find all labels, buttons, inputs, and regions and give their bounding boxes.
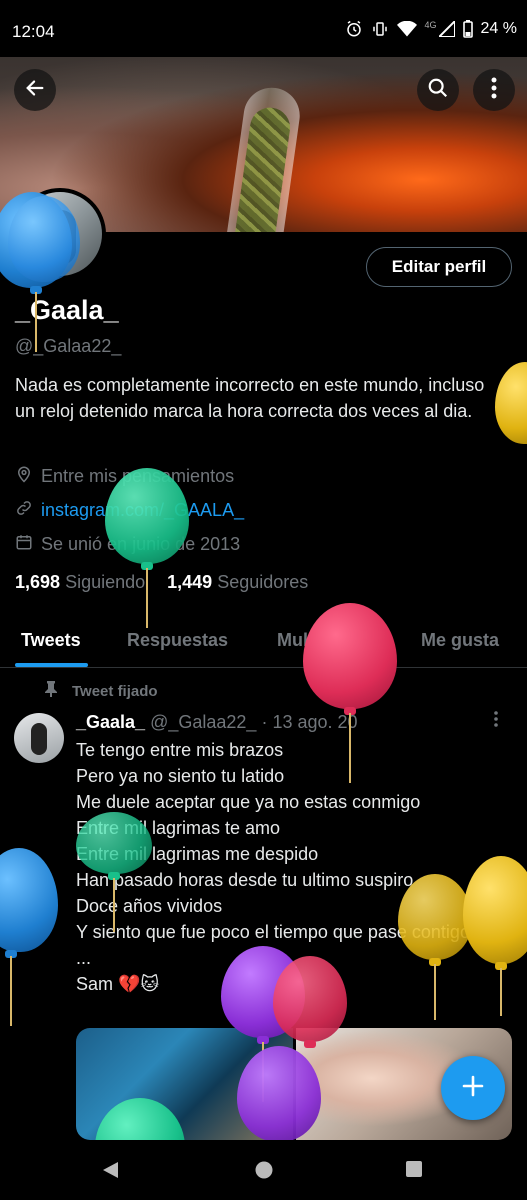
calendar-icon [15, 533, 33, 556]
search-button[interactable] [417, 69, 459, 111]
tab-me-gusta[interactable]: Me gusta [421, 630, 499, 651]
pin-icon [44, 681, 58, 701]
active-tab-indicator [15, 663, 88, 667]
back-button[interactable] [14, 69, 56, 111]
following-link[interactable]: 1,698 Siguiendo [15, 572, 145, 593]
followers-label: Seguidores [217, 572, 309, 592]
vibrate-icon [371, 20, 389, 38]
tweet-more-button[interactable] [494, 710, 498, 733]
tweet-avatar[interactable] [14, 713, 64, 763]
link-icon [15, 499, 33, 522]
joined-text: Se unió en junio de 2013 [41, 534, 241, 554]
followers-count: 1,449 [167, 572, 213, 592]
status-bar: 12:04 4G 24 % [0, 0, 527, 62]
nav-back-button[interactable] [100, 1160, 120, 1185]
edit-profile-button[interactable]: Editar perfil [366, 247, 512, 287]
tab-multimedia[interactable]: Multimedia [277, 630, 371, 651]
profile-handle: @_Galaa22_ [15, 336, 122, 356]
wifi-icon [396, 21, 417, 37]
location-pin-icon [15, 465, 33, 488]
profile-bio: Nada es completamente incorrecto en este… [15, 375, 485, 421]
followers-link[interactable]: 1,449 Seguidores [167, 572, 308, 593]
tweet-author-handle: @_Galaa22_ [150, 712, 257, 732]
profile-location: Entre mis pensamientos [15, 465, 234, 488]
pinned-text: Tweet fijado [72, 682, 158, 700]
tweet-header: _Gaala_ @_Galaa22_ · 13 ago. 20 [76, 712, 358, 733]
balloon-decoration [0, 848, 60, 1028]
tab-tweets[interactable]: Tweets [21, 630, 81, 651]
network-type: 4G [424, 20, 437, 30]
status-icons: 4G 24 % [345, 20, 517, 38]
pinned-tweet-label: Tweet fijado [44, 681, 158, 701]
tweet-image-1[interactable] [76, 1028, 293, 1140]
follow-counts: 1,698 Siguiendo 1,449 Seguidores [15, 572, 308, 593]
profile-joined: Se unió en junio de 2013 [15, 533, 240, 556]
nav-recents-button[interactable] [405, 1160, 423, 1183]
back-arrow-icon [24, 77, 46, 104]
battery-level: 24 % [480, 20, 517, 37]
following-label: Siguiendo [65, 572, 146, 592]
more-vertical-icon [494, 710, 498, 732]
more-vertical-icon [491, 77, 497, 104]
website-link[interactable]: instagram.com/_GAALA_ [41, 500, 244, 521]
battery-icon [462, 20, 473, 38]
status-time: 12:04 [12, 22, 55, 41]
compose-tweet-button[interactable] [441, 1056, 505, 1120]
tweet-author-name[interactable]: _Gaala_ [76, 712, 145, 732]
more-options-button[interactable] [473, 69, 515, 111]
profile-website: instagram.com/_GAALA_ [15, 499, 244, 522]
banner-image [218, 84, 304, 232]
profile-avatar[interactable] [14, 188, 106, 280]
nav-home-button[interactable] [254, 1160, 274, 1185]
profile-tabs: Tweets Respuestas Multimedia Me gusta [0, 622, 527, 668]
system-nav-bar [0, 1140, 527, 1200]
profile-name: _Gaala_ [15, 295, 119, 325]
plus-icon [461, 1074, 485, 1103]
tab-respuestas[interactable]: Respuestas [127, 630, 228, 651]
tweet-date[interactable]: · 13 ago. 20 [261, 712, 357, 732]
following-count: 1,698 [15, 572, 61, 592]
signal-icon [438, 21, 455, 37]
location-text: Entre mis pensamientos [41, 466, 235, 486]
alarm-icon [345, 20, 363, 38]
search-icon [427, 77, 449, 104]
tweet-text: Te tengo entre mis brazos Pero ya no sie… [76, 740, 470, 994]
